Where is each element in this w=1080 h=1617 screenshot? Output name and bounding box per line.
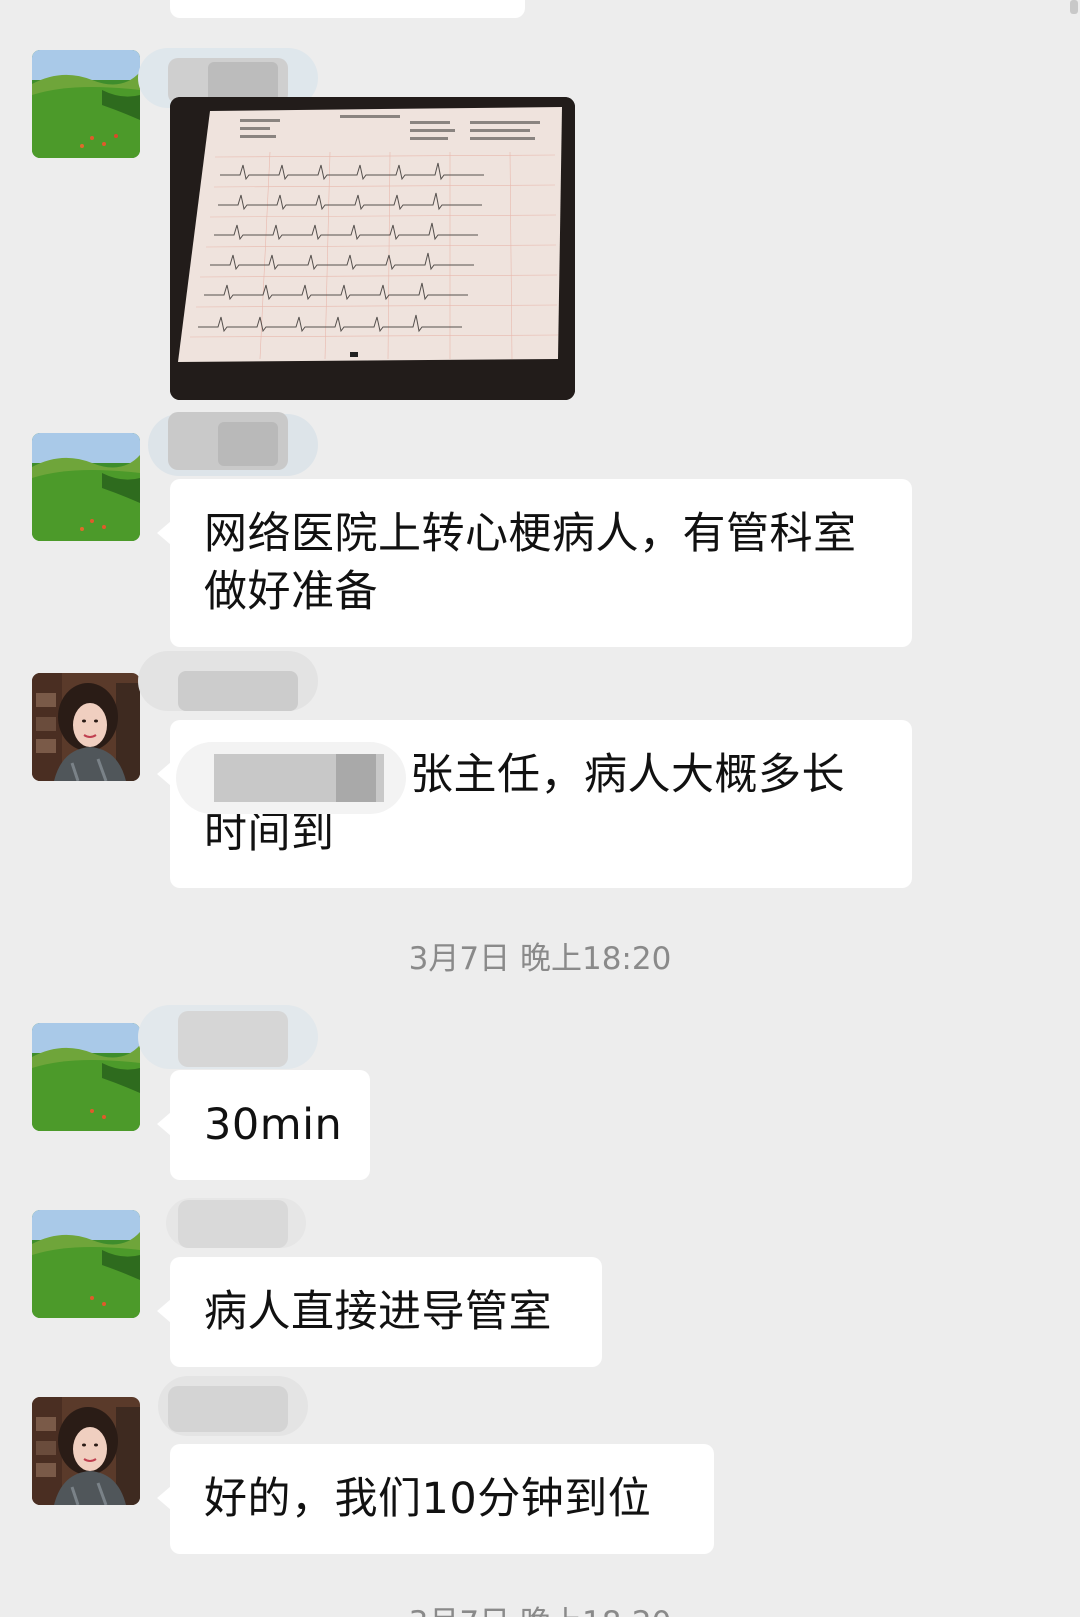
sender-name-blurred	[138, 645, 338, 717]
landscape-avatar-image	[32, 1210, 140, 1318]
landscape-avatar[interactable]	[32, 1023, 140, 1131]
timestamp: 3月7日 晚上18:20	[408, 941, 672, 977]
sender-name-blurred	[138, 1003, 338, 1075]
landscape-avatar[interactable]	[32, 1210, 140, 1318]
timestamp: 3月7日 晚上18:20	[0, 1597, 1080, 1617]
message-text-line: 网络医院上转心梗病人，有管科室	[204, 509, 857, 559]
woman-avatar-image	[32, 1397, 140, 1505]
message-text-line: 张主任，病人大概多长	[176, 741, 878, 814]
woman-avatar[interactable]	[32, 673, 140, 781]
message-text-line: 30min	[204, 1100, 343, 1150]
landscape-avatar-image	[32, 1023, 140, 1131]
message-text-line: 病人直接进导管室	[204, 1287, 552, 1337]
message-bubble[interactable]: 好的，我们10分钟到位	[157, 1444, 714, 1554]
landscape-avatar[interactable]	[32, 433, 140, 541]
sender-name-blurred	[138, 1190, 338, 1262]
ecg-printout-photo	[170, 97, 575, 400]
landscape-avatar-image	[32, 433, 140, 541]
mention-blurred	[176, 741, 406, 814]
ecg-image-message[interactable]	[170, 97, 575, 400]
message-bubble[interactable]: 病人直接进导管室	[157, 1257, 602, 1367]
previous-message-bubble[interactable]	[170, 0, 525, 18]
message-bubble[interactable]: 张主任，病人大概多长 时间到	[157, 720, 912, 888]
woman-avatar-image	[32, 673, 140, 781]
landscape-avatar-image	[32, 50, 140, 158]
message-bubble[interactable]: 网络医院上转心梗病人，有管科室 做好准备	[157, 479, 912, 647]
message-text-line: 好的，我们10分钟到位	[204, 1474, 652, 1524]
message-bubble[interactable]: 30min	[157, 1070, 370, 1180]
message-text: 张主任，病人大概多长	[410, 750, 845, 800]
woman-avatar[interactable]	[32, 1397, 140, 1505]
landscape-avatar[interactable]	[32, 50, 140, 158]
sender-name-blurred	[138, 408, 338, 480]
message-text-line: 做好准备	[204, 567, 378, 617]
scrollbar[interactable]	[1070, 0, 1078, 14]
chat-window: 网络医院上转心梗病人，有管科室 做好准备 张主任，病人大概多长 时间到 3月7日…	[0, 0, 1080, 1617]
sender-name-blurred	[138, 1372, 338, 1444]
